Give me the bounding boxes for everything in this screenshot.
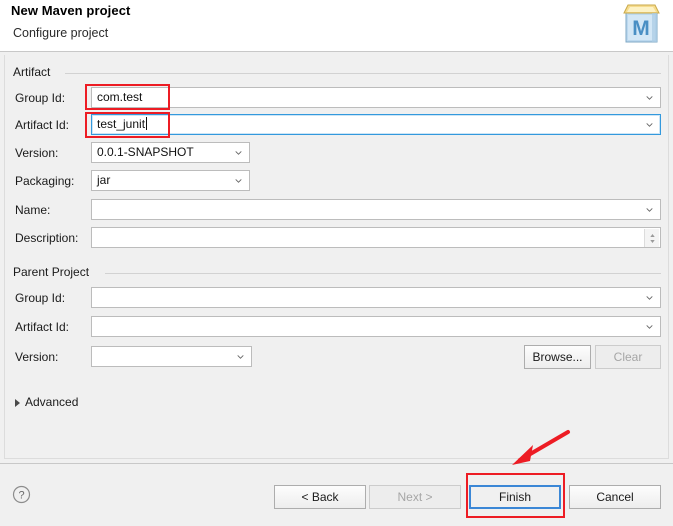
field-parent-version[interactable] [91,346,252,367]
field-artifact-group-id[interactable]: com.test [91,87,661,108]
label-artifact-description: Description: [15,231,79,245]
field-artifact-packaging[interactable]: jar [91,170,250,191]
artifact-packaging-value: jar [97,173,111,187]
field-artifact-description[interactable] [91,227,661,248]
artifact-id-value: test_junit [97,117,146,131]
label-artifact-name: Name: [15,203,51,217]
next-button: Next > [369,485,461,509]
chevron-down-icon[interactable] [646,95,653,100]
page-title: New Maven project [11,3,131,18]
back-button[interactable]: < Back [274,485,366,509]
maven-project-icon: M [619,1,664,46]
help-question-icon[interactable]: ? [12,485,31,504]
new-maven-project-wizard: New Maven project Configure project M Ar… [0,0,673,526]
field-artifact-version[interactable]: 0.0.1-SNAPSHOT [91,142,250,163]
wizard-footer: ? < Back Next > Finish Cancel [0,463,673,526]
chevron-down-icon[interactable] [646,295,653,300]
label-artifact-packaging: Packaging: [15,174,75,188]
label-artifact-version: Version: [15,146,59,160]
field-parent-artifact-id[interactable] [91,316,661,337]
svg-text:M: M [632,17,650,40]
group-id-value: com.test [97,90,143,104]
label-artifact-group-id: Group Id: [15,91,66,105]
chevron-down-icon[interactable] [235,150,242,155]
page-subtitle: Configure project [13,26,109,40]
chevron-down-icon[interactable] [646,207,653,212]
field-artifact-name[interactable] [91,199,661,220]
label-parent-group-id: Group Id: [15,291,66,305]
svg-text:?: ? [18,490,24,502]
chevron-down-icon[interactable] [237,354,244,359]
footer-separator [0,463,673,464]
artifact-version-value: 0.0.1-SNAPSHOT [97,145,194,159]
parent-group-line [105,273,661,274]
advanced-label: Advanced [25,395,79,409]
text-caret [146,117,148,130]
label-parent-artifact-id: Artifact Id: [15,320,70,334]
artifact-group-line [65,73,661,74]
chevron-down-icon[interactable] [646,324,653,329]
cancel-button[interactable]: Cancel [569,485,661,509]
parent-group-legend: Parent Project [13,265,95,279]
artifact-group-legend: Artifact [13,65,56,79]
field-artifact-artifact-id[interactable]: test_junit [91,114,661,135]
finish-button[interactable]: Finish [469,485,561,509]
wizard-content: Artifact Group Id: com.test Artifact Id:… [0,52,673,463]
chevron-right-icon [15,399,20,407]
wizard-header: New Maven project Configure project M [0,0,673,52]
chevron-down-icon[interactable] [646,122,653,127]
field-parent-group-id[interactable] [91,287,661,308]
label-parent-version: Version: [15,350,59,364]
chevron-down-icon[interactable] [235,178,242,183]
content-panel: Artifact Group Id: com.test Artifact Id:… [4,55,669,459]
browse-button[interactable]: Browse... [524,345,591,369]
clear-button: Clear [595,345,661,369]
description-resize-grip[interactable] [644,229,659,247]
label-artifact-artifact-id: Artifact Id: [15,118,70,132]
